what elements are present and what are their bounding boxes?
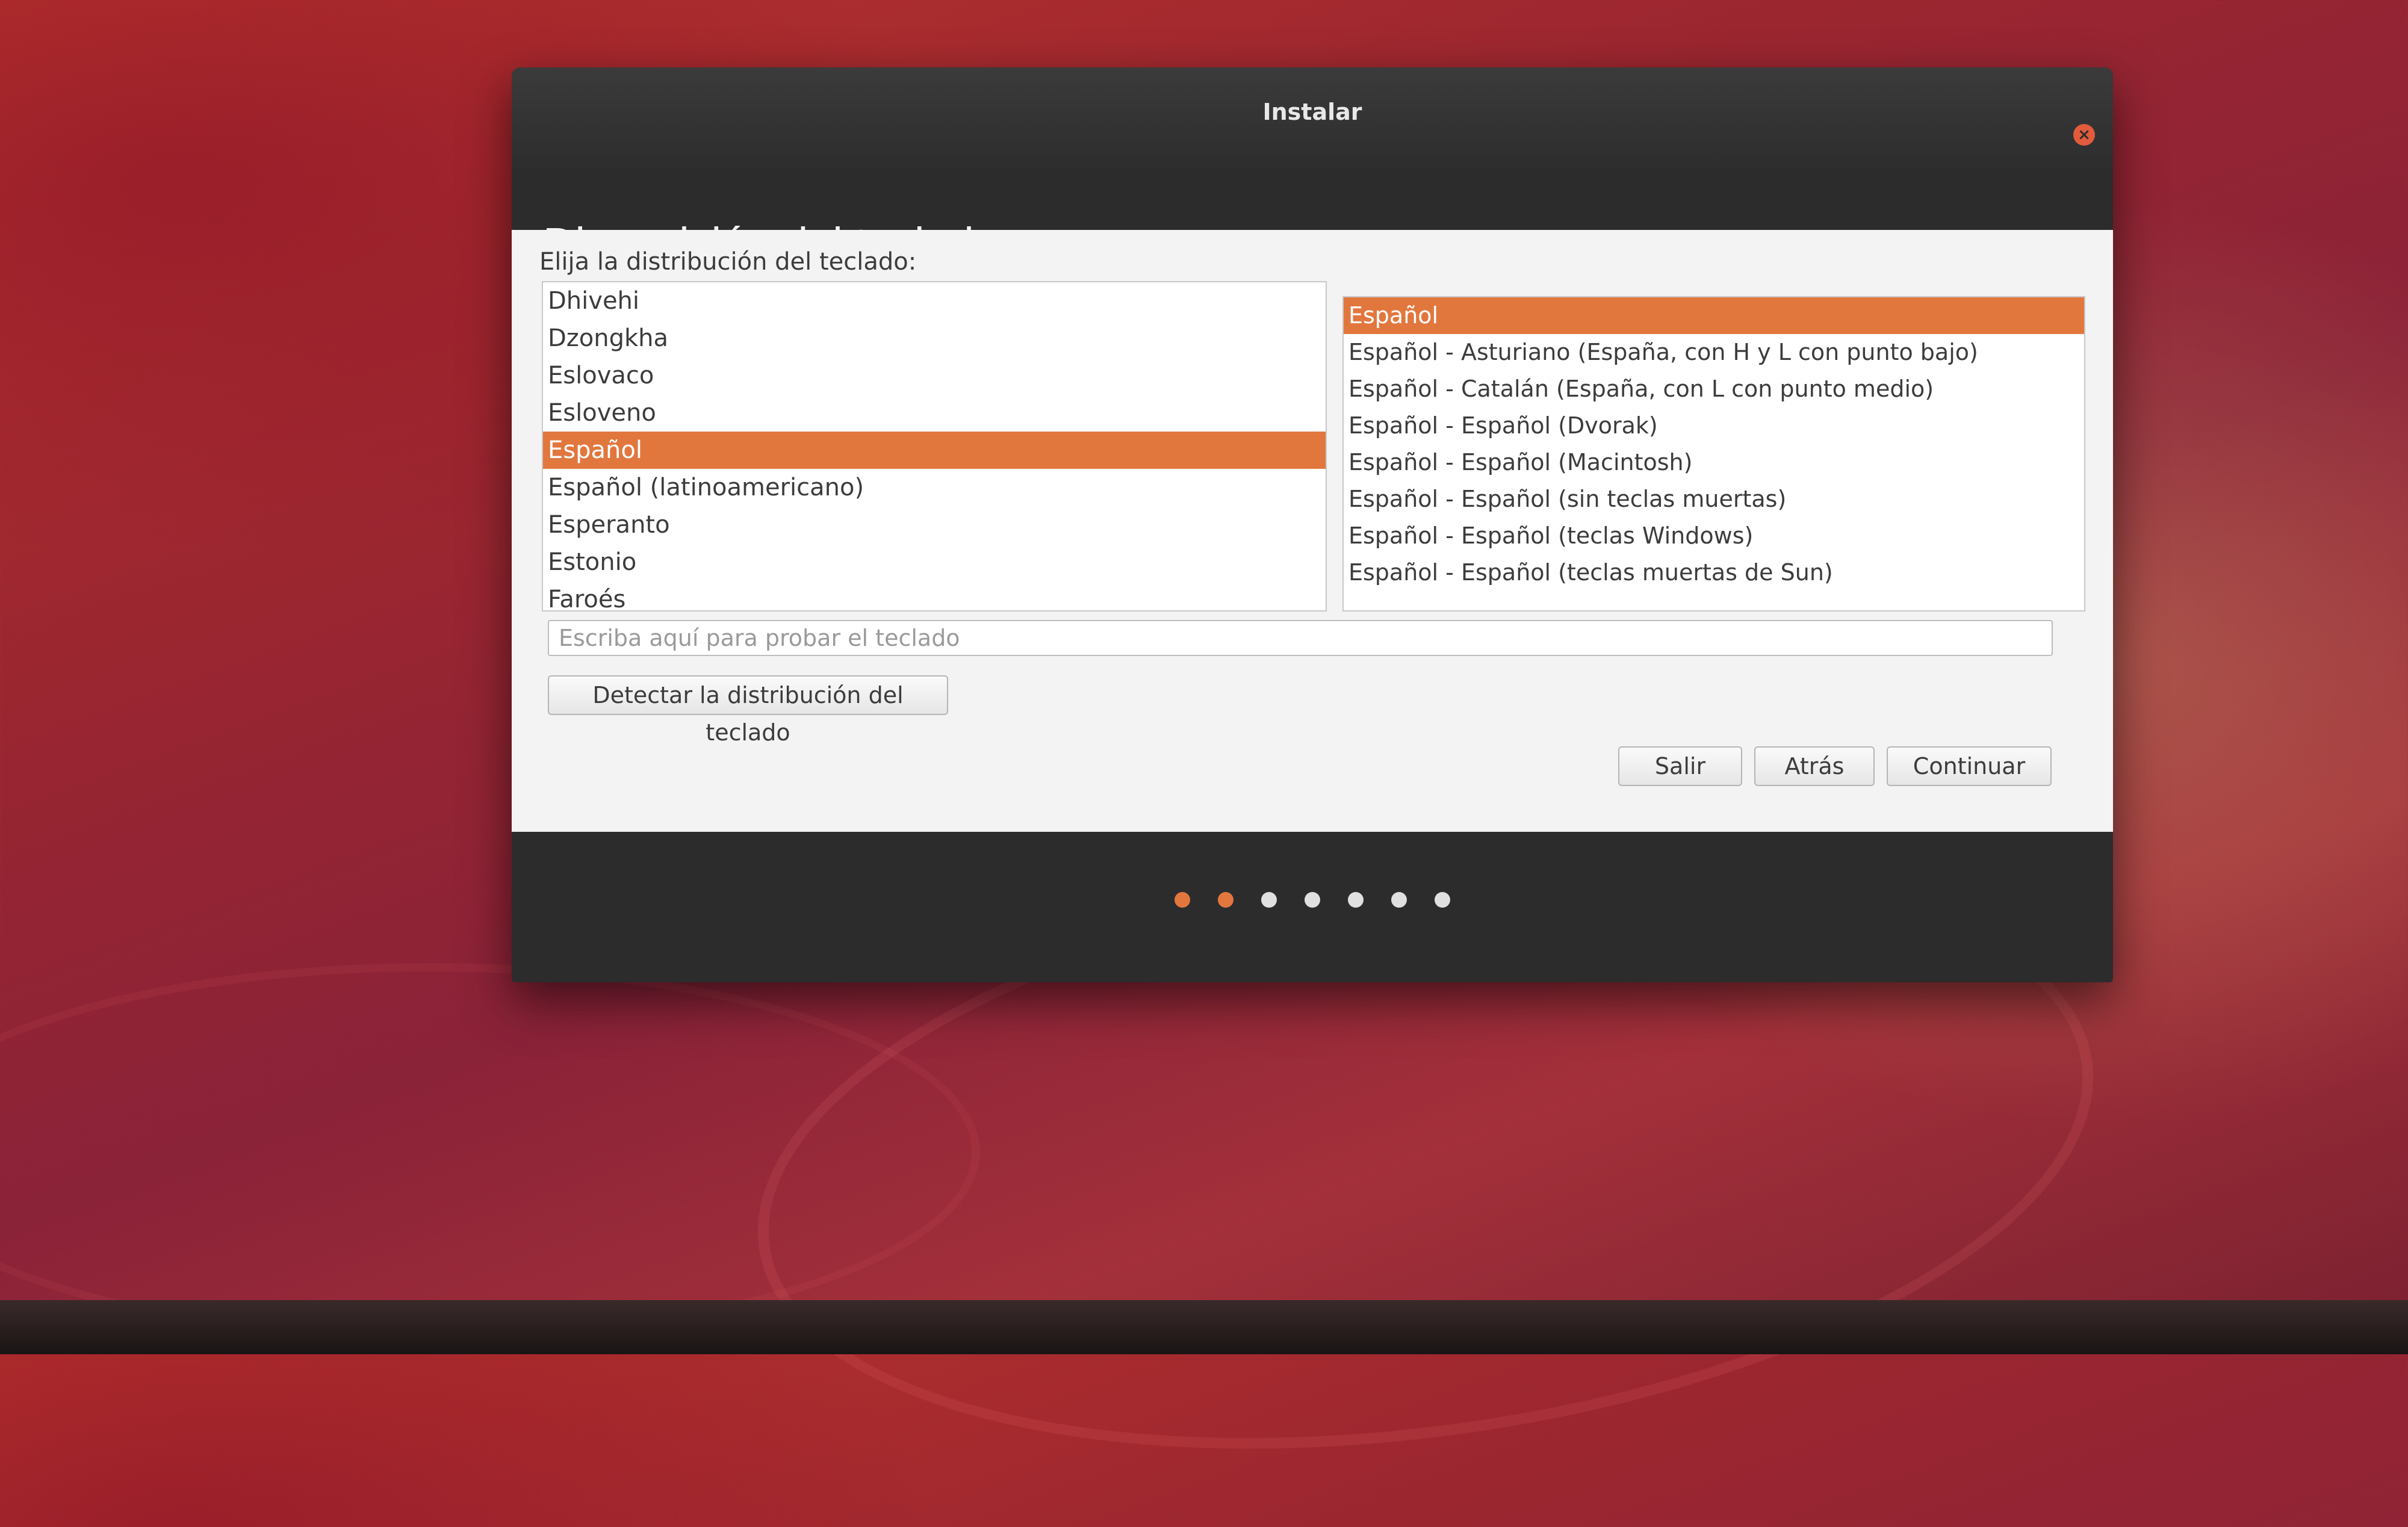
variant-list-item[interactable]: Español - Español (Dvorak) — [1344, 407, 2084, 444]
variant-list-item[interactable]: Español - Español (sin teclas muertas) — [1344, 481, 2084, 518]
close-icon[interactable]: × — [2073, 124, 2095, 146]
progress-dot — [1435, 892, 1450, 908]
layout-list-item[interactable]: Español — [543, 432, 1326, 469]
keyboard-test-input[interactable] — [548, 620, 2053, 656]
variant-list-item[interactable]: Español - Catalán (España, con L con pun… — [1344, 371, 2084, 407]
variant-list-item[interactable]: Español - Español (teclas Windows) — [1344, 518, 2084, 554]
monitor-bezel — [0, 1300, 2408, 1354]
quit-button[interactable]: Salir — [1618, 746, 1742, 786]
layout-list-item[interactable]: Estonio — [543, 544, 1326, 581]
content-panel: Elija la distribución del teclado: Dhive… — [512, 230, 2113, 832]
progress-dot — [1175, 892, 1190, 908]
layout-list-item[interactable]: Esperanto — [543, 506, 1326, 544]
variant-list-item[interactable]: Español - Español (teclas muertas de Sun… — [1344, 554, 2084, 591]
progress-indicator — [512, 892, 2113, 908]
layout-prompt-label: Elija la distribución del teclado: — [539, 248, 917, 276]
variant-list-item[interactable]: Español - Asturiano (España, con H y L c… — [1344, 334, 2084, 371]
window-title: Instalar — [1262, 99, 1362, 125]
progress-dot — [1305, 892, 1320, 908]
continue-button[interactable]: Continuar — [1887, 746, 2052, 786]
keyboard-layout-list[interactable]: Dhivehi Dzongkha Eslovaco Esloveno Español Es… — [542, 281, 1327, 612]
layout-list-item[interactable]: Dhivehi — [543, 282, 1326, 320]
keyboard-variant-list[interactable]: Español Español - Asturiano (España, con … — [1342, 296, 2085, 612]
detect-layout-button[interactable]: Detectar la distribución del teclado — [548, 675, 948, 746]
progress-dot — [1348, 892, 1364, 908]
layout-list-item[interactable]: Español (latinoamericano) — [543, 469, 1326, 506]
layout-list-item[interactable]: Faroés — [543, 581, 1326, 610]
layout-list-item[interactable]: Esloveno — [543, 394, 1326, 432]
installer-window: Instalar × Disposición del teclado Elija… — [512, 67, 2113, 982]
layout-list-item[interactable]: Eslovaco — [543, 357, 1326, 394]
progress-dot — [1391, 892, 1407, 908]
progress-dot — [1261, 892, 1277, 908]
variant-list-item[interactable]: Español — [1344, 297, 2084, 334]
back-button[interactable]: Atrás — [1754, 746, 1875, 786]
layout-list-item[interactable]: Dzongkha — [543, 320, 1326, 357]
progress-dot — [1218, 892, 1233, 908]
variant-list-item[interactable]: Español - Español (Macintosh) — [1344, 444, 2084, 481]
titlebar: Instalar × — [512, 67, 2113, 170]
